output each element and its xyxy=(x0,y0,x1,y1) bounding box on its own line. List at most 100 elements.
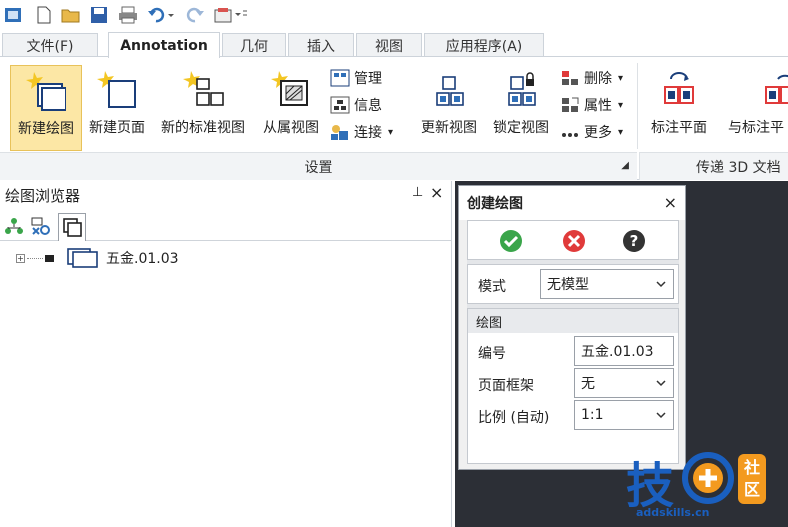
filter-view-icon[interactable] xyxy=(30,216,54,238)
manage-icon xyxy=(330,69,350,87)
annotation-plane-icon xyxy=(659,65,699,115)
tab-applications[interactable]: 应用程序(A) xyxy=(424,33,544,57)
cancel-button[interactable] xyxy=(562,229,586,257)
scale-select[interactable]: 1:1 xyxy=(574,400,674,430)
checkmark-icon xyxy=(500,230,522,252)
dialog-title: 创建绘图 xyxy=(467,196,523,212)
tree-connector xyxy=(27,257,43,259)
tree-item[interactable]: + 五金.01.03 xyxy=(16,247,179,269)
new-standard-view-button[interactable]: 新的标准视图 xyxy=(152,65,254,151)
panel-header: 绘图浏览器 ⊥ × xyxy=(0,181,452,209)
drawings-tab[interactable] xyxy=(58,213,86,241)
delete-button[interactable]: 删除 ▾ xyxy=(560,67,623,89)
with-annotation-plane-button[interactable]: 与标注平 xyxy=(724,65,788,151)
drawing-pages-icon xyxy=(63,218,82,237)
with-annotation-plane-icon xyxy=(724,65,788,115)
help-button[interactable]: ? xyxy=(622,229,646,257)
ribbon-group-label-settings: 设置 ◢ xyxy=(0,152,637,180)
lock-view-icon xyxy=(501,65,541,115)
dropdown-arrow-icon: ▾ xyxy=(618,72,624,84)
open-folder-icon[interactable] xyxy=(60,4,82,26)
mode-select[interactable]: 无模型 xyxy=(540,269,674,299)
new-drawing-icon xyxy=(26,66,66,116)
expand-icon[interactable]: + xyxy=(16,253,25,263)
logo-plus-icon xyxy=(682,452,734,504)
drawing-section: 绘图 编号 五金.01.03 页面框架 无 比例 (自动) 1:1 xyxy=(467,308,679,464)
page-frame-label: 页面框架 xyxy=(478,378,534,394)
new-page-icon xyxy=(97,65,137,115)
chevron-down-icon xyxy=(656,412,666,419)
chevron-down-icon xyxy=(656,281,666,288)
close-icon[interactable]: × xyxy=(430,183,443,202)
projected-view-button[interactable]: 从属视图 xyxy=(256,65,326,151)
update-view-icon xyxy=(429,65,469,115)
ok-button[interactable] xyxy=(499,229,523,257)
projected-view-icon xyxy=(271,65,311,115)
connect-icon xyxy=(331,125,348,140)
drawing-state-icon xyxy=(45,254,54,262)
dropdown-arrow-icon: ▾ xyxy=(618,99,624,111)
redo-icon[interactable] xyxy=(184,4,208,26)
dialog-launcher-icon[interactable]: ◢ xyxy=(621,160,629,171)
update-view-button[interactable]: 更新视图 xyxy=(414,65,484,151)
standard-view-icon xyxy=(181,65,225,115)
tab-geometry[interactable]: 几何 xyxy=(222,33,286,57)
hierarchy-icon[interactable] xyxy=(4,216,26,238)
group-divider xyxy=(637,63,638,149)
connect-button[interactable]: 连接 ▾ xyxy=(330,121,393,143)
info-button[interactable]: 信息 xyxy=(330,94,382,116)
watermark-logo: 技 社 区 addskills.cn xyxy=(620,452,788,527)
tab-file[interactable]: 文件(F) xyxy=(2,33,98,57)
page-frame-select[interactable]: 无 xyxy=(574,368,674,398)
tree-item-label: 五金.01.03 xyxy=(106,251,179,267)
lock-view-button[interactable]: 锁定视图 xyxy=(486,65,556,151)
more-icon xyxy=(562,133,578,137)
customize-icon[interactable] xyxy=(212,4,248,26)
cancel-icon xyxy=(563,230,585,252)
tab-insert[interactable]: 插入 xyxy=(288,33,354,57)
save-icon[interactable] xyxy=(88,4,110,26)
properties-icon xyxy=(562,97,579,112)
scale-label: 比例 (自动) xyxy=(478,410,550,426)
browser-toolbar xyxy=(0,211,452,241)
quick-access-toolbar xyxy=(0,0,788,30)
create-drawing-dialog: 创建绘图 × ? 模式 无模型 绘图 编号 五金.01.03 页面框架 无 比例… xyxy=(458,185,686,470)
section-header: 绘图 xyxy=(468,309,678,333)
print-icon[interactable] xyxy=(116,4,140,26)
help-icon: ? xyxy=(623,230,645,252)
logo-url: addskills.cn xyxy=(636,506,710,519)
annotation-plane-button[interactable]: 标注平面 xyxy=(642,65,716,151)
more-button[interactable]: 更多 ▾ xyxy=(560,121,623,143)
dialog-body: ? 模式 无模型 绘图 编号 五金.01.03 页面框架 无 比例 (自动) 1… xyxy=(467,220,679,464)
dialog-actions: ? xyxy=(467,220,679,260)
chevron-down-icon xyxy=(656,380,666,387)
drawing-icon xyxy=(67,248,98,268)
new-drawing-button[interactable]: 新建绘图 xyxy=(10,65,82,151)
ribbon-group-label-transfer: 传递 3D 文档 xyxy=(639,152,788,180)
pin-icon[interactable]: ⊥ xyxy=(412,185,423,200)
dialog-close-icon[interactable]: × xyxy=(664,193,677,212)
mode-label: 模式 xyxy=(478,279,506,295)
new-file-icon[interactable] xyxy=(34,4,54,26)
tab-view[interactable]: 视图 xyxy=(356,33,422,57)
dropdown-arrow-icon: ▾ xyxy=(388,126,394,138)
info-icon xyxy=(330,96,350,114)
new-page-button[interactable]: 新建页面 xyxy=(84,65,150,151)
dialog-title-bar: 创建绘图 × xyxy=(459,186,685,220)
manage-button[interactable]: 管理 xyxy=(330,67,382,89)
mode-row: 模式 无模型 xyxy=(467,264,679,304)
panel-title: 绘图浏览器 xyxy=(5,186,81,205)
number-label: 编号 xyxy=(478,346,506,362)
drawing-browser-panel: 绘图浏览器 ⊥ × + 五金.01.03 xyxy=(0,181,452,527)
ribbon-tab-bar: 文件(F) Annotation 几何 插入 视图 应用程序(A) xyxy=(0,30,788,58)
number-field[interactable]: 五金.01.03 xyxy=(574,336,674,366)
delete-icon xyxy=(562,71,578,85)
app-icon[interactable] xyxy=(2,4,24,26)
logo-badge: 社 区 xyxy=(738,454,766,504)
svg-text:?: ? xyxy=(630,232,639,250)
dropdown-arrow-icon: ▾ xyxy=(618,126,624,138)
undo-icon[interactable] xyxy=(144,4,178,26)
tab-annotation[interactable]: Annotation xyxy=(108,32,220,58)
properties-button[interactable]: 属性 ▾ xyxy=(560,94,623,116)
ribbon: 新建绘图 新建页面 新的标准视图 从属视图 管理 信息 连接 ▾ 更新视图 锁定… xyxy=(0,56,788,180)
